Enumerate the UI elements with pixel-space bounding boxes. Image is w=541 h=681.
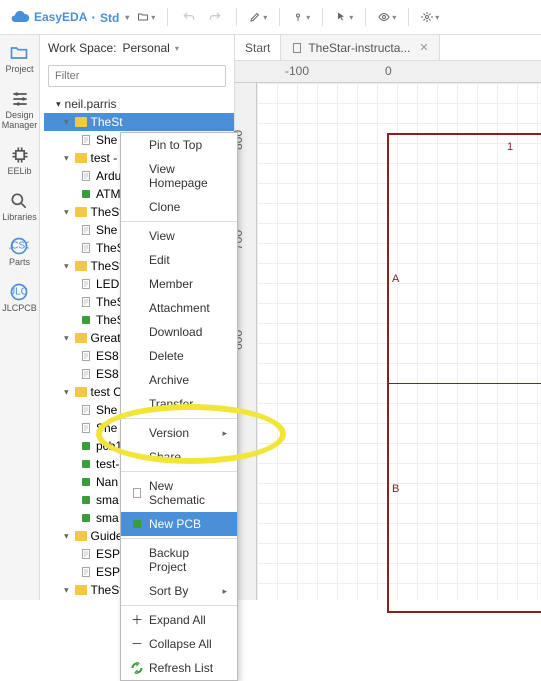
folder-icon — [75, 261, 87, 271]
pcb-label: A — [392, 273, 399, 285]
ctx-refresh-list[interactable]: Refresh List — [121, 656, 237, 680]
filter-input[interactable] — [48, 65, 226, 87]
ctx-version[interactable]: Version▸ — [121, 421, 237, 445]
pcb-label: 1 — [507, 141, 513, 153]
folder-icon — [75, 585, 87, 595]
svg-text:LCSC: LCSC — [9, 241, 29, 252]
ctx-collapse-all[interactable]: －Collapse All — [121, 632, 237, 656]
ctx-expand-all[interactable]: ＋Expand All — [121, 608, 237, 632]
pcb-canvas[interactable]: 1 A B — [257, 83, 541, 600]
ctx-pin-to-top[interactable]: Pin to Top — [121, 133, 237, 157]
context-menu: Pin to TopView HomepageClone ViewEditMemb… — [120, 132, 238, 681]
undo-icon[interactable] — [180, 8, 198, 26]
ruler-vertical: 800 700 600 — [235, 83, 257, 600]
pcb-outline — [387, 133, 541, 613]
ctx-member[interactable]: Member — [121, 272, 237, 296]
tab-start[interactable]: Start — [235, 35, 281, 60]
cloud-icon — [10, 7, 30, 27]
pencil-icon[interactable]: ▾ — [249, 8, 267, 26]
ctx-delete[interactable]: Delete — [121, 344, 237, 368]
ctx-new-schematic[interactable]: New Schematic — [121, 474, 237, 512]
rail-project[interactable]: Project — [5, 43, 33, 75]
cursor-icon[interactable]: ▾ — [335, 8, 353, 26]
ctx-sort-by[interactable]: Sort By▸ — [121, 579, 237, 603]
tab-document[interactable]: TheStar-instructa... ✕ — [281, 35, 439, 60]
folder-icon[interactable]: ▾ — [137, 8, 155, 26]
gear-icon[interactable]: ▾ — [421, 8, 439, 26]
editor-tabs: Start TheStar-instructa... ✕ — [235, 35, 541, 61]
ruler-horizontal: -100 0 — [235, 61, 541, 83]
ctx-attachment[interactable]: Attachment — [121, 296, 237, 320]
pcb-label: B — [392, 483, 399, 495]
ctx-clone[interactable]: Clone — [121, 195, 237, 219]
rail-libraries[interactable]: Libraries — [2, 191, 37, 223]
ctx-download[interactable]: Download — [121, 320, 237, 344]
chip-icon — [10, 145, 30, 165]
sheet-icon — [291, 42, 303, 54]
folder-icon — [75, 387, 87, 397]
app-edition: · Std — [91, 9, 119, 25]
app-name: EasyEDA — [34, 10, 87, 24]
folder-icon — [75, 333, 87, 343]
ctx-view-homepage[interactable]: View Homepage — [121, 157, 237, 195]
chevron-right-icon: ▸ — [222, 586, 227, 597]
rail-eelib[interactable]: EELib — [7, 145, 31, 177]
ctx-share[interactable]: Share — [121, 445, 237, 469]
sliders-icon — [10, 89, 30, 109]
workspace-label: Work Space: — [48, 41, 116, 55]
workspace-select[interactable]: Personal▾ — [122, 41, 178, 55]
app-logo: EasyEDA · Std ▾ — [10, 7, 129, 27]
ctx-new-pcb[interactable]: New PCB — [121, 512, 237, 536]
folder-icon — [75, 207, 87, 217]
folder-icon — [75, 117, 87, 127]
redo-icon[interactable] — [206, 8, 224, 26]
top-toolbar: EasyEDA · Std ▾ ▾ ▾ ▾ ▾ ▾ ▾ — [0, 0, 541, 35]
ctx-view[interactable]: View — [121, 224, 237, 248]
rail-jlcpcb[interactable]: JLC JLCPCB — [2, 282, 37, 314]
left-rail: Project Design Manager EELib Libraries L… — [0, 35, 40, 600]
tree-user[interactable]: neil.parris — [44, 95, 234, 113]
canvas-area: Start TheStar-instructa... ✕ -100 0 800 … — [235, 35, 541, 600]
folder-icon — [9, 43, 29, 63]
search-icon — [9, 191, 29, 211]
rail-design-manager[interactable]: Design Manager — [2, 89, 38, 131]
close-icon[interactable]: ✕ — [419, 41, 428, 54]
pin-icon[interactable]: ▾ — [292, 8, 310, 26]
folder-icon — [75, 153, 87, 163]
ctx-edit[interactable]: Edit — [121, 248, 237, 272]
chevron-down-icon[interactable]: ▾ — [125, 13, 129, 22]
ctx-archive[interactable]: Archive — [121, 368, 237, 392]
jlc-icon: JLC — [9, 282, 29, 302]
ctx-backup-project[interactable]: Backup Project — [121, 541, 237, 579]
svg-text:JLC: JLC — [11, 287, 29, 298]
tree-folder[interactable]: TheSt — [44, 113, 234, 131]
ctx-transfer[interactable]: Transfer — [121, 392, 237, 416]
rail-parts[interactable]: LCSC Parts — [9, 236, 30, 268]
eye-icon[interactable]: ▾ — [378, 8, 396, 26]
folder-icon — [75, 531, 87, 541]
lcsc-icon: LCSC — [9, 236, 29, 256]
chevron-right-icon: ▸ — [222, 428, 227, 439]
